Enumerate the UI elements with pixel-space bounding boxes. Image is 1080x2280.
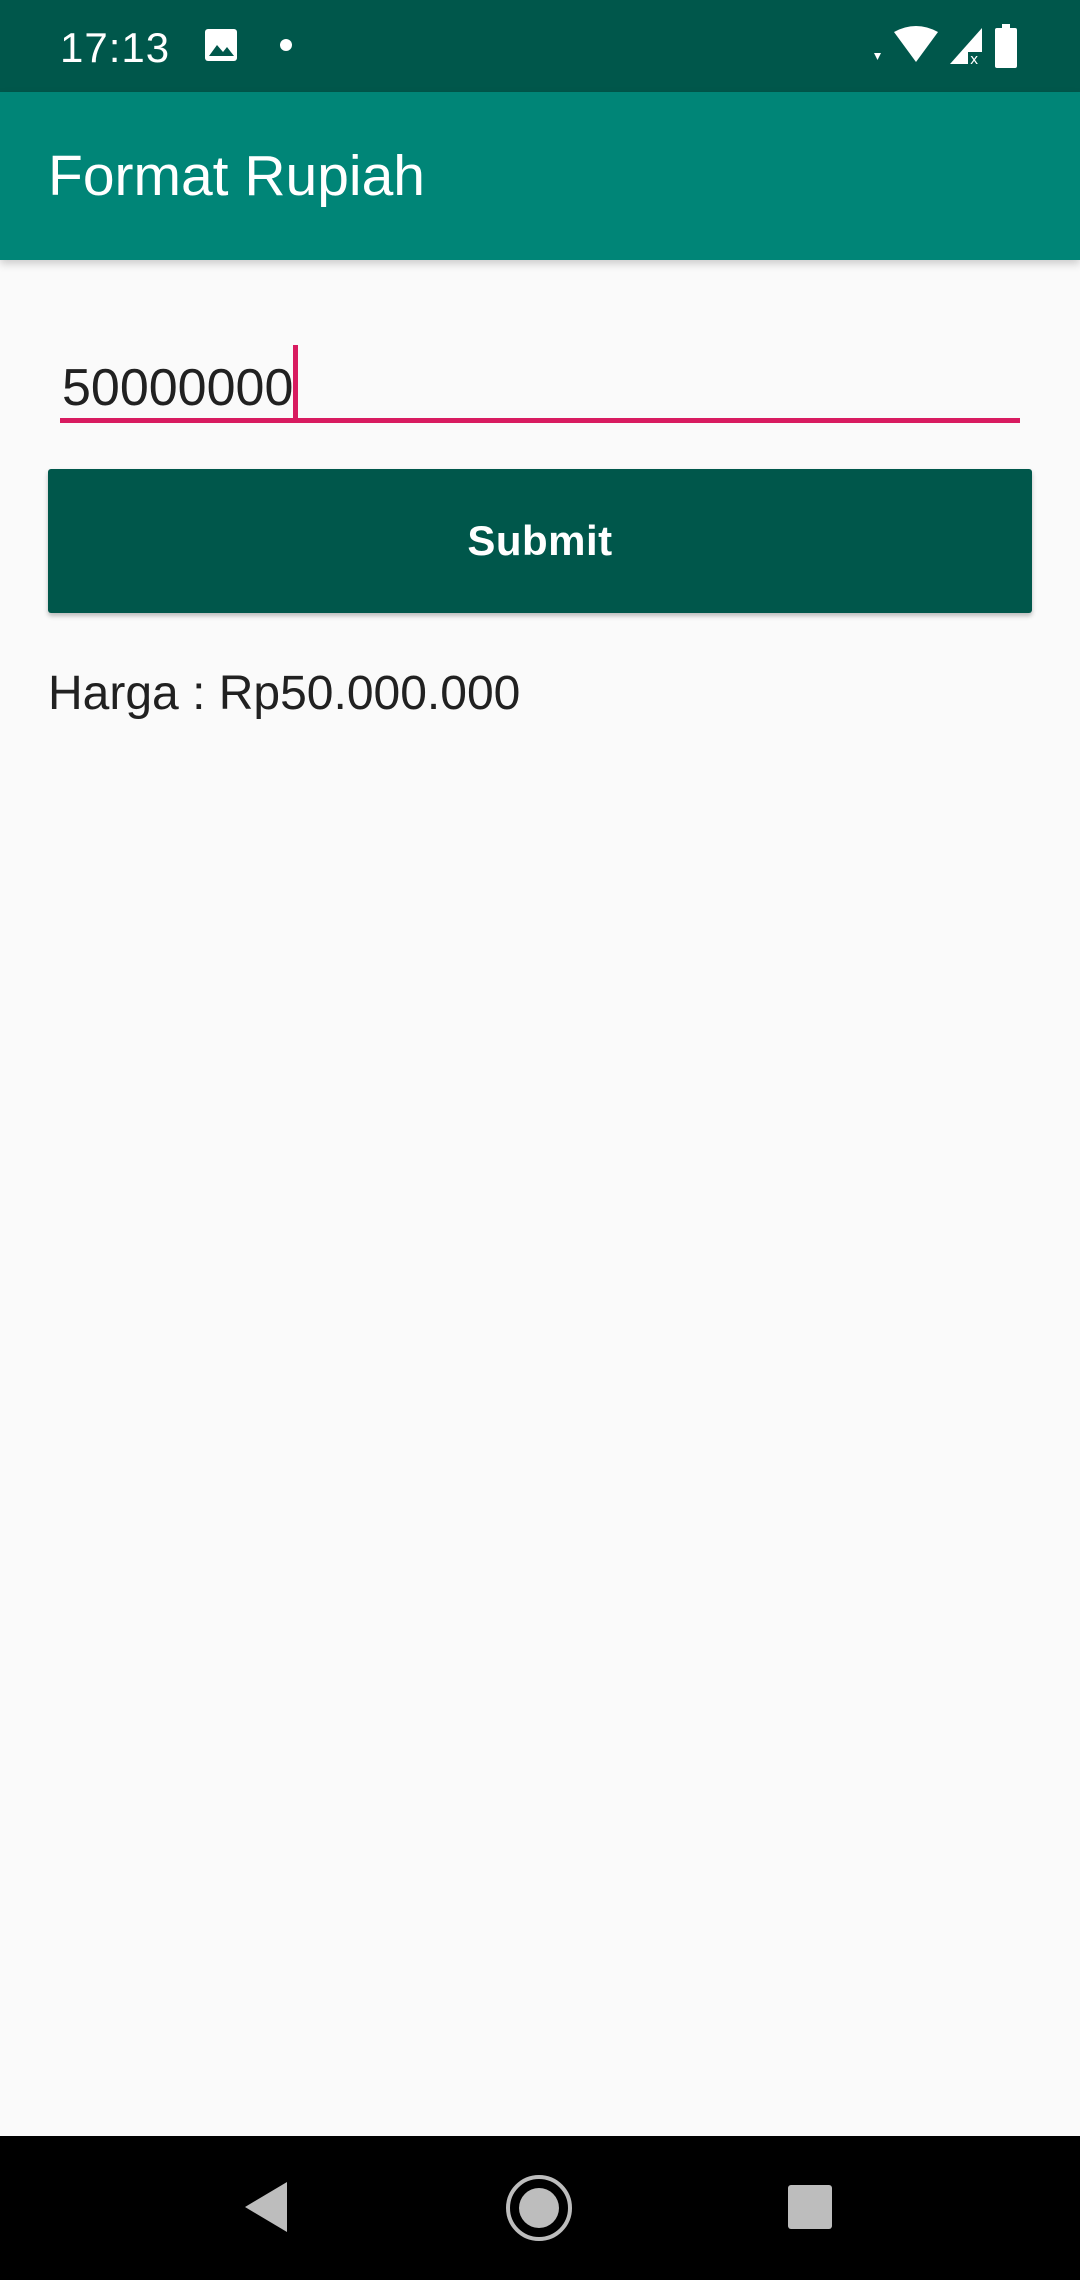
notification-dot-icon	[280, 39, 292, 51]
text-cursor	[293, 345, 299, 419]
home-icon[interactable]	[505, 2174, 573, 2242]
status-bar: 17:13 x	[0, 0, 1080, 92]
battery-icon	[995, 24, 1017, 68]
recents-icon[interactable]	[786, 2183, 834, 2231]
amount-input[interactable]: 50000000	[60, 335, 1020, 423]
submit-button[interactable]: Submit	[48, 469, 1032, 613]
back-icon[interactable]	[243, 2180, 289, 2234]
status-time: 17:13	[60, 24, 171, 71]
app-title: Format Rupiah	[48, 144, 425, 208]
image-icon	[205, 29, 237, 61]
result-text: Harga : Rp50.000.000	[48, 667, 521, 720]
wifi-icon	[874, 26, 938, 62]
navigation-bar	[0, 2136, 1080, 2280]
signal-icon: x	[950, 28, 982, 66]
svg-text:x: x	[970, 52, 978, 66]
amount-input-value[interactable]: 50000000	[62, 345, 299, 420]
app-bar: Format Rupiah	[0, 92, 1080, 260]
